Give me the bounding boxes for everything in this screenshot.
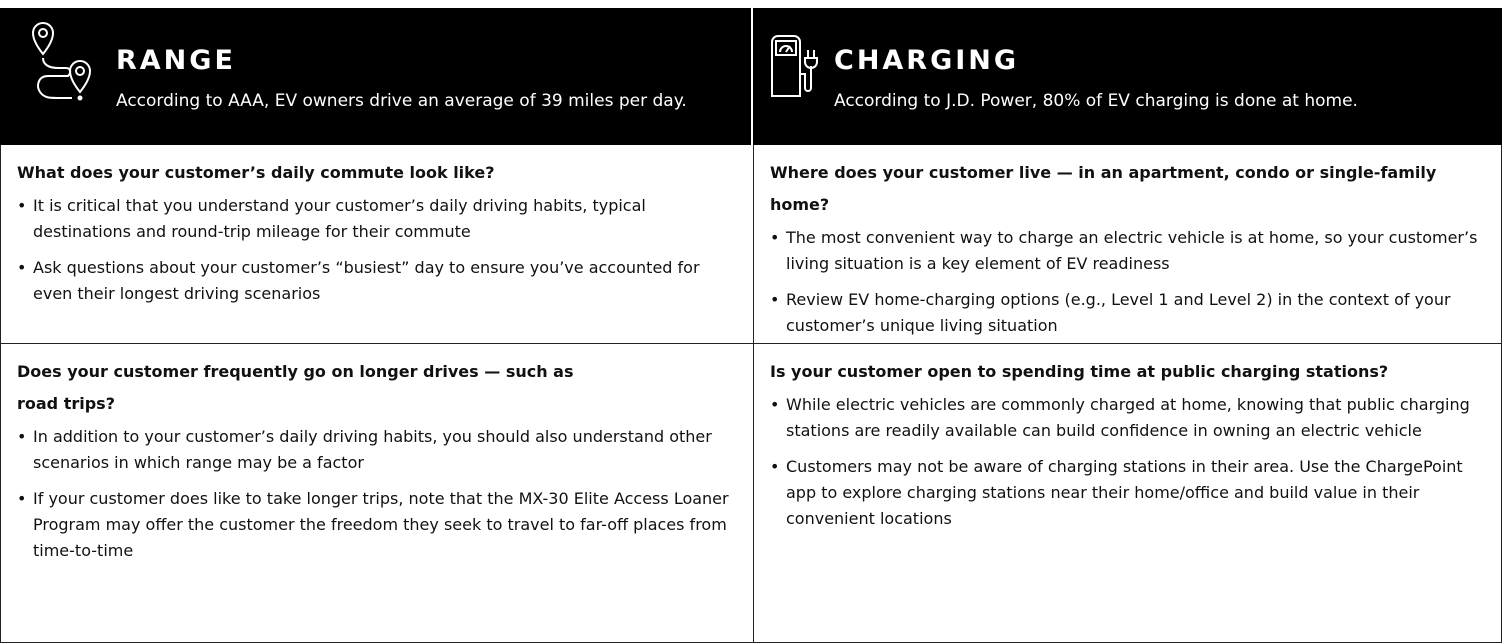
charging-header: CHARGING According to J.D. Power, 80% of… [753,8,1502,145]
list-item: • If your customer does like to take long… [17,486,735,564]
bullet-list: • While electric vehicles are commonly ch… [770,392,1483,532]
charging-title: CHARGING [834,45,1020,76]
charging-home-cell: Where does your customer live — in an ap… [753,145,1502,344]
bullet-icon: • [17,196,27,215]
range-header: RANGE According to AAA, EV owners drive … [0,8,753,145]
bullet-icon: • [770,395,780,414]
question: What does your customer’s daily commute … [17,163,495,182]
bullet-icon: • [17,427,27,446]
list-item-text: In addition to your customer’s daily dri… [33,427,712,472]
list-item-text: Customers may not be aware of charging s… [786,457,1463,528]
bullet-list: • The most convenient way to charge an el… [770,225,1483,339]
bullet-icon: • [770,457,780,476]
bullet-icon: • [770,290,780,309]
range-subtitle: According to AAA, EV owners drive an ave… [116,91,687,111]
list-item-text: If your customer does like to take longe… [33,489,729,560]
question: Where does your customer live — in an ap… [770,163,1437,214]
range-commute-cell: What does your customer’s daily commute … [0,145,753,344]
page: RANGE According to AAA, EV owners drive … [0,0,1502,643]
list-item: • Ask questions about your customer’s “bu… [17,255,735,307]
question: Does your customer frequently go on long… [17,362,574,413]
list-item-text: The most convenient way to charge an ele… [786,228,1478,273]
list-item: • While electric vehicles are commonly ch… [770,392,1483,444]
list-item: • Review EV home-charging options (e.g., … [770,287,1483,339]
charging-subtitle: According to J.D. Power, 80% of EV charg… [834,91,1358,111]
bullet-icon: • [17,258,27,277]
charging-public-cell: Is your customer open to spending time a… [753,344,1502,643]
bullet-icon: • [770,228,780,247]
list-item-text: It is critical that you understand your … [33,196,646,241]
list-item-text: Review EV home-charging options (e.g., L… [786,290,1451,335]
bullet-icon: • [17,489,27,508]
list-item-text: While electric vehicles are commonly cha… [786,395,1470,440]
charging-station-icon [769,34,819,102]
list-item: • The most convenient way to charge an el… [770,225,1483,277]
list-item-text: Ask questions about your customer’s “bus… [33,258,700,303]
bullet-list: • In addition to your customer’s daily dr… [17,424,735,564]
list-item: • In addition to your customer’s daily dr… [17,424,735,476]
question: Is your customer open to spending time a… [770,362,1389,381]
list-item: • It is critical that you understand your… [17,193,735,245]
bullet-list: • It is critical that you understand your… [17,193,735,307]
range-title: RANGE [116,45,236,76]
list-item: • Customers may not be aware of charging … [770,454,1483,532]
ev-readiness-table: RANGE According to AAA, EV owners drive … [0,8,1502,643]
range-long-drives-cell: Does your customer frequently go on long… [0,344,753,643]
map-route-icon [30,20,94,108]
